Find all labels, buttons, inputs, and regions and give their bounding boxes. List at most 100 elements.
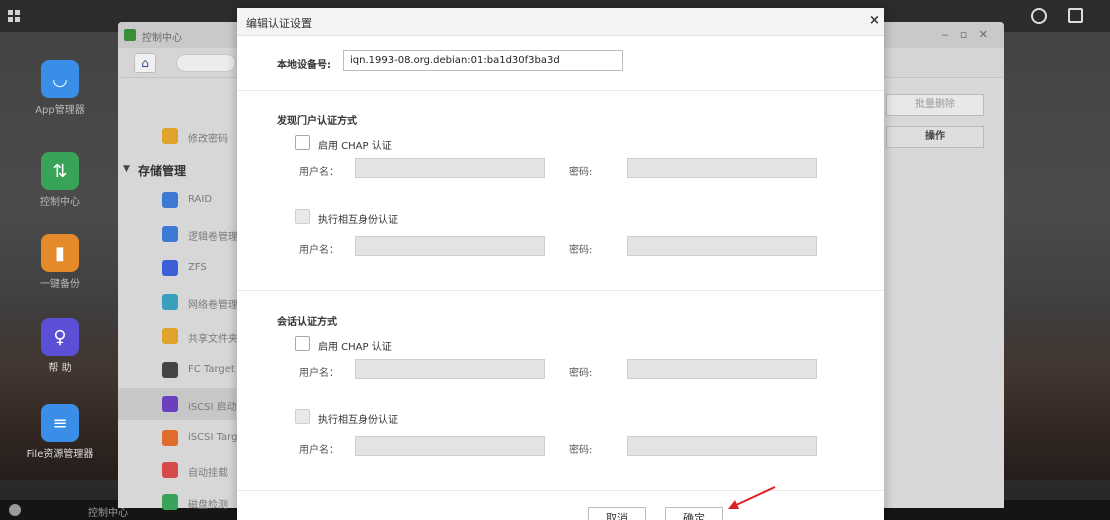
session-mutual-password-label: 密码: bbox=[569, 445, 593, 456]
search-input[interactable] bbox=[176, 54, 236, 72]
session-mutual-label: 执行相互身份认证 bbox=[318, 415, 398, 426]
session-chap-label: 启用 CHAP 认证 bbox=[318, 342, 392, 353]
folder-icon bbox=[162, 328, 178, 344]
session-mutual-password-input[interactable] bbox=[627, 436, 817, 456]
network-volume-icon bbox=[162, 294, 178, 310]
sidebar-item-label: 自动挂载 bbox=[188, 468, 228, 479]
dock-label: 控制中心 bbox=[40, 197, 80, 208]
divider bbox=[237, 290, 884, 291]
discovery-chap-label: 启用 CHAP 认证 bbox=[318, 141, 392, 152]
sidebar-item-label: RAID bbox=[188, 194, 213, 205]
session-chap-password-input[interactable] bbox=[627, 359, 817, 379]
local-device-input[interactable] bbox=[343, 50, 623, 71]
sidebar-item-iscsi-initiator[interactable]: iSCSI 启动器 bbox=[118, 388, 247, 420]
window-title: 控制中心 bbox=[142, 33, 182, 44]
operations-header: 操作 bbox=[886, 126, 984, 148]
sidebar-item-label: FC Target bbox=[188, 364, 235, 375]
sidebar-item-raid[interactable]: RAID bbox=[118, 184, 236, 216]
sidebar-item-change-password[interactable]: 修改密码 bbox=[118, 120, 236, 152]
backup-icon: ▮ bbox=[41, 234, 79, 272]
session-auth-title: 会话认证方式 bbox=[277, 317, 337, 328]
iscsi-target-icon bbox=[162, 430, 178, 446]
edit-auth-dialog: 编辑认证设置 × 本地设备号: 发现门户认证方式 启用 CHAP 认证 用户名：… bbox=[237, 8, 884, 520]
discovery-chap-password-input[interactable] bbox=[627, 158, 817, 178]
raid-icon bbox=[162, 192, 178, 208]
dock-label: App管理器 bbox=[35, 105, 85, 116]
sidebar-item-shared-folder[interactable]: 共享文件夹 bbox=[118, 320, 238, 352]
dock-item-control-center[interactable]: ⇅ 控制中心 bbox=[24, 152, 96, 209]
right-panel: 批量删除 操作 bbox=[886, 78, 1004, 508]
sidebar-item-label: 共享文件夹 bbox=[188, 334, 238, 345]
dock-item-help[interactable]: ♀ 帮 助 bbox=[24, 318, 96, 375]
sidebar-item-label: 网络卷管理 bbox=[188, 300, 238, 311]
home-icon[interactable]: ⌂ bbox=[134, 53, 156, 73]
iscsi-initiator-icon bbox=[162, 396, 178, 412]
system-logo-icon[interactable] bbox=[9, 504, 21, 516]
automount-icon bbox=[162, 462, 178, 478]
session-chap-username-label: 用户名： bbox=[299, 368, 339, 379]
discovery-chap-username-input[interactable] bbox=[355, 158, 545, 178]
volume-icon bbox=[162, 226, 178, 242]
sidebar-item-iscsi-target[interactable]: iSCSI Target bbox=[118, 422, 248, 454]
dock-item-file-manager[interactable]: ≡ File资源管理器 bbox=[24, 404, 96, 461]
app-grid-icon[interactable] bbox=[8, 10, 20, 22]
sidebar-item-disk-check[interactable]: 磁盘检测 bbox=[118, 486, 236, 518]
dialog-title: 编辑认证设置 bbox=[246, 17, 312, 30]
sidebar-item-fc-target[interactable]: FC Target bbox=[118, 354, 236, 386]
sidebar-item-zfs[interactable]: ZFS bbox=[118, 252, 236, 284]
dock-item-backup[interactable]: ▮ 一键备份 bbox=[24, 234, 96, 291]
session-mutual-checkbox[interactable] bbox=[295, 409, 310, 424]
batch-delete-button[interactable]: 批量删除 bbox=[886, 94, 984, 116]
session-mutual-username-input[interactable] bbox=[355, 436, 545, 456]
window-controls[interactable]: ‒ ▫ ✕ bbox=[941, 28, 992, 41]
session-mutual-username-label: 用户名： bbox=[299, 445, 339, 456]
chevron-down-icon: ▼ bbox=[123, 164, 130, 174]
sidebar-item-network-volume[interactable]: 网络卷管理 bbox=[118, 286, 238, 318]
close-icon[interactable]: × bbox=[869, 13, 880, 28]
divider bbox=[237, 490, 884, 491]
red-arrow-annotation bbox=[728, 486, 776, 509]
sidebar: 修改密码 ▼ 存储管理 RAID 逻辑卷管理 ZFS 网络卷管理 共享文件夹 F bbox=[118, 78, 248, 511]
sidebar-item-label: 磁盘检测 bbox=[188, 500, 228, 511]
discovery-mutual-password-label: 密码: bbox=[569, 245, 593, 256]
sidebar-item-label: ZFS bbox=[188, 262, 207, 273]
control-center-icon bbox=[124, 29, 136, 41]
sidebar-group-storage[interactable]: ▼ 存储管理 bbox=[118, 158, 236, 184]
sidebar-item-lvm[interactable]: 逻辑卷管理 bbox=[118, 218, 238, 250]
control-center-icon: ⇅ bbox=[41, 152, 79, 190]
dock-label: 一键备份 bbox=[40, 279, 80, 290]
app-store-icon: ◡ bbox=[41, 60, 79, 98]
session-chap-checkbox[interactable] bbox=[295, 336, 310, 351]
dialog-header: 编辑认证设置 × bbox=[237, 8, 884, 36]
local-device-label: 本地设备号: bbox=[277, 60, 331, 71]
disk-check-icon bbox=[162, 494, 178, 510]
sidebar-item-automount[interactable]: 自动挂载 bbox=[118, 454, 236, 486]
dock-label: File资源管理器 bbox=[26, 449, 94, 460]
key-icon bbox=[162, 128, 178, 144]
session-chap-username-input[interactable] bbox=[355, 359, 545, 379]
confirm-button[interactable]: 确定 bbox=[665, 507, 723, 520]
discovery-chap-username-label: 用户名： bbox=[299, 167, 339, 178]
discovery-chap-checkbox[interactable] bbox=[295, 135, 310, 150]
sidebar-item-label: 修改密码 bbox=[188, 134, 228, 145]
sidebar-group-label: 存储管理 bbox=[138, 164, 187, 178]
file-manager-icon: ≡ bbox=[41, 404, 79, 442]
discovery-mutual-username-input[interactable] bbox=[355, 236, 545, 256]
user-icon[interactable] bbox=[1031, 8, 1047, 24]
sidebar-item-label: 逻辑卷管理 bbox=[188, 232, 238, 243]
help-icon: ♀ bbox=[41, 318, 79, 356]
zfs-icon bbox=[162, 260, 178, 276]
notification-list-icon[interactable] bbox=[1068, 8, 1083, 23]
dock-label: 帮 助 bbox=[48, 363, 72, 374]
discovery-chap-password-label: 密码: bbox=[569, 167, 593, 178]
discovery-mutual-label: 执行相互身份认证 bbox=[318, 215, 398, 226]
dock-item-app-manager[interactable]: ◡ App管理器 bbox=[24, 60, 96, 117]
discovery-mutual-checkbox[interactable] bbox=[295, 209, 310, 224]
discovery-auth-title: 发现门户认证方式 bbox=[277, 116, 357, 127]
fc-target-icon bbox=[162, 362, 178, 378]
divider bbox=[237, 90, 884, 91]
discovery-mutual-username-label: 用户名： bbox=[299, 245, 339, 256]
discovery-mutual-password-input[interactable] bbox=[627, 236, 817, 256]
cancel-button[interactable]: 取消 bbox=[588, 507, 646, 520]
session-chap-password-label: 密码: bbox=[569, 368, 593, 379]
